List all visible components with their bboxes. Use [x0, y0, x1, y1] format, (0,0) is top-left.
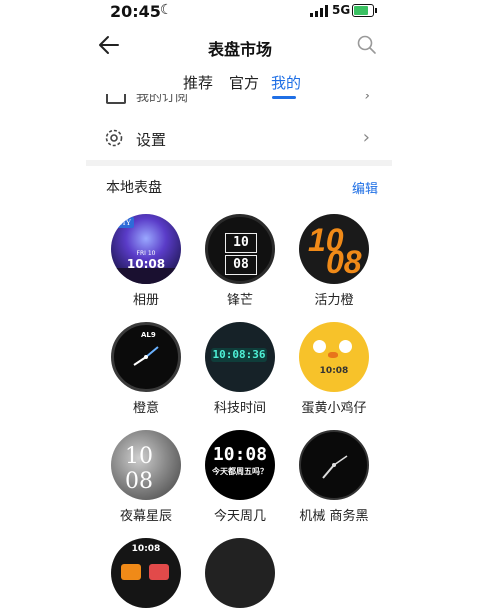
watchface-vital-orange[interactable]: 10 08 [299, 214, 369, 284]
face-time: 10:08:36 [211, 348, 267, 362]
network-type: 5G [332, 3, 351, 17]
subscription-label: 我的订阅 [136, 94, 189, 105]
watchface-egg-chick[interactable]: 10:08 [299, 322, 369, 392]
section-divider [86, 160, 392, 166]
diy-badge: DIY [114, 217, 135, 228]
face-ground [111, 268, 181, 284]
watchface-name: 相册 [132, 293, 159, 308]
face-hour: 10 [225, 233, 257, 253]
top-app-bar: 表盘市场 [0, 28, 480, 64]
signal-icon [310, 5, 330, 17]
settings-row[interactable]: 设置 › [86, 124, 392, 154]
tab-official[interactable]: 官方 [229, 72, 259, 93]
chevron-right-icon: › [364, 94, 370, 104]
watchface-name: 橙意 [132, 401, 159, 416]
subscription-icon [106, 94, 126, 104]
watchface-edge[interactable]: 10 08 [205, 214, 275, 284]
chick-eye-left [313, 340, 326, 353]
watchface-partial[interactable] [205, 538, 275, 608]
moon-icon: ☾ [160, 2, 173, 18]
face-date: FRI 10 [136, 250, 156, 257]
watchface-night-stars[interactable]: 10 08 [111, 430, 181, 500]
face-widget [121, 564, 141, 580]
chick-beak [328, 352, 338, 358]
face-time: 10:08 [212, 444, 268, 465]
section-title: 本地表盘 [106, 180, 162, 196]
face-subtitle: 今天都周五吗？ [212, 467, 268, 476]
watchface-orange-mood[interactable]: AL9 [111, 322, 181, 392]
face-time: 10:08 [319, 366, 349, 376]
face-widget [149, 564, 169, 580]
tab-mine[interactable]: 我的 [271, 72, 301, 93]
analog-hands [322, 455, 348, 479]
edit-button[interactable]: 编辑 [352, 178, 378, 197]
chick-eye-right [339, 340, 352, 353]
analog-hands [133, 346, 159, 366]
watchface-name: 锋芒 [226, 293, 253, 308]
watchface-what-day[interactable]: 10:08 今天都周五吗？ [205, 430, 275, 500]
face-time: 10:08 [131, 544, 161, 554]
page-title: 表盘市场 [207, 40, 272, 59]
watchface-name: 机械 商务黑 [299, 509, 369, 524]
watchface-name: 今天周几 [213, 509, 266, 524]
watchface-partial[interactable]: 10:08 [111, 538, 181, 608]
subscription-row[interactable]: 我的订阅 › [86, 94, 392, 110]
face-minute: 08 [326, 244, 362, 280]
gear-icon [105, 129, 123, 147]
watchface-tech-time[interactable]: 10:08:36 [205, 322, 275, 392]
face-minute: 08 [225, 255, 257, 275]
search-icon[interactable] [356, 34, 378, 56]
watchface-name: 科技时间 [213, 401, 266, 416]
tab-recommended[interactable]: 推荐 [183, 72, 213, 93]
face-time: 10 08 [125, 444, 153, 494]
watchface-name: 蛋黄小鸡仔 [301, 401, 367, 416]
watchface-mechanical-black[interactable] [299, 430, 369, 500]
watchface-album[interactable]: DIY FRI 10 10:08 [111, 214, 181, 284]
watchface-name: 活力橙 [314, 293, 354, 308]
status-bar: 20:45 ☾ 5G [0, 0, 480, 24]
battery-icon [352, 4, 377, 17]
settings-label: 设置 [136, 131, 167, 149]
chevron-right-icon: › [362, 127, 370, 148]
watchface-name: 夜幕星辰 [119, 509, 172, 524]
status-time: 20:45 [110, 2, 161, 21]
